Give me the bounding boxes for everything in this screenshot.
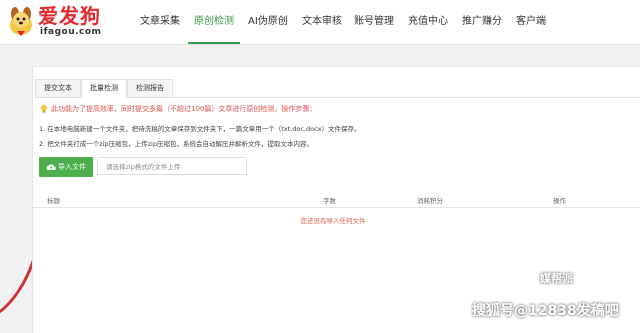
top-navigation-bar: 爱发狗 ifagou.com 文章采集 原创检测 AI伪原创 文本审核 账号管理… <box>0 0 640 45</box>
step-1: 1. 在本地电脑新建一个文件夹，把待洗稿的文章保存到文件夹下，一篇文章用一个（t… <box>39 125 361 133</box>
column-actions: 操作 <box>553 197 566 205</box>
column-points: 消耗积分 <box>417 197 443 205</box>
nav-item-client[interactable]: 客户端 <box>516 0 546 44</box>
watermark-text: 搜狐号@12838发稿吧 <box>472 303 619 319</box>
nav-item-account[interactable]: 账号管理 <box>354 0 394 44</box>
file-table-header: 标题 字数 消耗积分 操作 <box>33 193 640 208</box>
logo-subtitle: ifagou.com <box>40 27 102 37</box>
logo-title: 爱发狗 <box>38 4 101 28</box>
nav-item-referral[interactable]: 推广赚分 <box>462 0 502 44</box>
lightbulb-icon <box>40 104 48 113</box>
empty-table-message: 您还没有导入任何文件 <box>300 217 366 225</box>
column-word-count: 字数 <box>323 197 336 205</box>
step-2: 2. 把文件夹打成一个zip压缩包，上传zip压缩包，系统会自动解压并解析文件，… <box>39 140 313 148</box>
nav-item-text-review[interactable]: 文本审核 <box>302 0 342 44</box>
batch-check-panel: 提交文本 批量检测 检测报告 此功能为了提高效率，同时提交多篇（不超过100篇）… <box>32 66 640 333</box>
notice-text: 此功能为了提高效率，同时提交多篇（不超过100篇）文章进行原创检测，操作步骤： <box>51 105 317 113</box>
tab-report[interactable]: 检测报告 <box>127 79 173 97</box>
wechat-icon <box>524 271 538 283</box>
notice-line: 此功能为了提高效率，同时提交多篇（不超过100篇）文章进行原创检测，操作步骤： <box>39 104 316 114</box>
site-logo[interactable]: 爱发狗 ifagou.com <box>4 3 134 41</box>
tab-batch-check[interactable]: 批量检测 <box>81 79 127 98</box>
watermark-brand: 媒帮派 <box>540 272 573 285</box>
tab-submit-text[interactable]: 提交文本 <box>35 79 81 97</box>
zip-file-input[interactable]: 请选择zip格式的文件上传 <box>97 157 247 175</box>
tab-bar: 提交文本 批量检测 检测报告 <box>35 79 639 98</box>
import-file-button[interactable]: 导入文件 <box>39 157 93 177</box>
nav-item-ai-rewrite[interactable]: AI伪原创 <box>248 0 288 44</box>
column-title: 标题 <box>47 197 60 205</box>
nav-item-article-collect[interactable]: 文章采集 <box>140 0 180 44</box>
import-file-label: 导入文件 <box>58 163 86 171</box>
dog-mascot-icon <box>10 7 32 36</box>
cloud-upload-icon <box>46 164 56 170</box>
nav-item-originality-check[interactable]: 原创检测 <box>188 0 240 44</box>
nav-item-recharge[interactable]: 充值中心 <box>408 0 448 44</box>
